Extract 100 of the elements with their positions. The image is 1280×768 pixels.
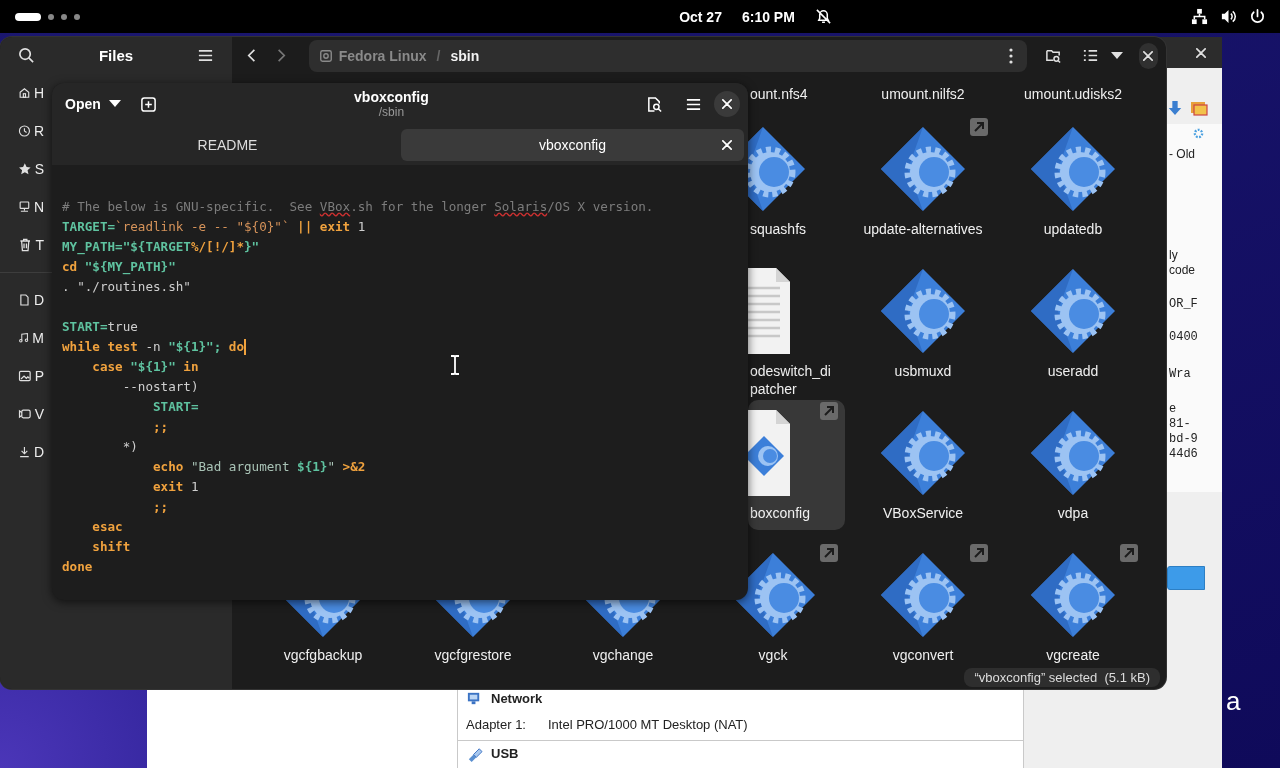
- power-icon[interactable]: [1249, 8, 1266, 25]
- code-line: TARGET=`readlink -e -- "${0}"` || exit 1: [62, 218, 366, 236]
- workspace-indicator[interactable]: [15, 12, 41, 21]
- download-arrow-icon[interactable]: [1167, 98, 1183, 118]
- sidebar-item[interactable]: V: [6, 395, 50, 433]
- search-icon: [18, 47, 35, 64]
- sidebar-item[interactable]: M: [6, 319, 50, 357]
- plus-square-icon: [139, 95, 157, 113]
- file-name[interactable]: umount.nilfs2: [881, 85, 965, 103]
- detail-text: bd-9: [1169, 432, 1199, 447]
- menu-icon: [197, 47, 214, 64]
- bell-off-icon: [814, 8, 832, 25]
- workspace-dot[interactable]: [61, 13, 67, 20]
- sidebar-item[interactable]: R: [6, 112, 50, 150]
- detail-text: 44d6: [1169, 447, 1199, 462]
- clock-time[interactable]: 6:10 PM: [741, 8, 795, 25]
- code-line: ;;: [152, 418, 169, 436]
- file-name[interactable]: vgcfgbackup: [283, 646, 363, 664]
- file-name[interactable]: useradd: [1047, 362, 1099, 380]
- detail-text: 0400: [1169, 330, 1199, 345]
- sidebar-item[interactable]: H: [6, 74, 50, 112]
- open-button[interactable]: Open: [60, 90, 126, 118]
- workspace-dot[interactable]: [48, 13, 54, 20]
- sidebar-item[interactable]: N: [6, 188, 50, 226]
- clock-date[interactable]: Oct 27: [679, 8, 722, 25]
- section-title: Network: [491, 691, 543, 706]
- detail-text: 81-: [1169, 417, 1192, 432]
- trash-icon: [18, 236, 33, 254]
- sidebar-item[interactable]: D: [6, 433, 50, 471]
- code-line: echo "Bad argument ${1}" >&2: [152, 458, 366, 476]
- code-line: done: [62, 558, 93, 576]
- folder-search-icon: [1044, 47, 1062, 64]
- wallpaper-text: a: [1226, 686, 1241, 717]
- detail-text: ly: [1169, 248, 1179, 263]
- document-search-icon: [646, 95, 663, 113]
- file-name[interactable]: umount.udisks2: [1023, 85, 1123, 103]
- sidebar-item[interactable]: T: [6, 226, 50, 264]
- file-name[interactable]: updatedb: [1043, 220, 1103, 238]
- path-separator: /: [436, 47, 441, 64]
- tab-close-icon: [722, 140, 732, 150]
- tab[interactable]: README: [56, 129, 399, 161]
- tab[interactable]: vboxconfig: [401, 129, 744, 161]
- kebab-icon: [1008, 47, 1013, 64]
- volume-icon[interactable]: [1220, 8, 1237, 25]
- network-icon[interactable]: [1191, 8, 1208, 25]
- usb-plug-icon: [466, 745, 483, 762]
- file-name[interactable]: boxconfig: [748, 504, 810, 522]
- code-line: --nostart): [121, 378, 199, 396]
- field-value: Intel PRO/1000 MT Desktop (NAT): [548, 717, 748, 732]
- sidebar-item[interactable]: D: [6, 281, 50, 319]
- path-crumb[interactable]: sbin: [450, 47, 480, 64]
- drive-icon: [318, 48, 333, 63]
- detail-text: code: [1169, 263, 1197, 278]
- sidebar-item[interactable]: S: [6, 150, 50, 188]
- file-name[interactable]: vgck: [758, 646, 788, 664]
- window-subtitle: /sbin: [378, 105, 405, 119]
- code-line: case "${1}" in: [91, 358, 199, 376]
- code-line: START=: [152, 398, 199, 416]
- code-line: esac: [91, 518, 123, 536]
- file-name[interactable]: ount.nfs4: [748, 85, 808, 103]
- code-line: while test -n "${1}"; do: [62, 338, 246, 357]
- file-name[interactable]: VBoxService: [882, 504, 964, 522]
- code-line: . "./routines.sh": [62, 278, 191, 296]
- detail-text: Wra: [1169, 367, 1192, 382]
- file-name[interactable]: vgchange: [592, 646, 654, 664]
- workspace-dot[interactable]: [74, 13, 80, 20]
- file-name[interactable]: vdpa: [1057, 504, 1089, 522]
- close-icon: [1196, 47, 1206, 58]
- list-icon: [1081, 47, 1099, 64]
- status-toast: “vboxconfig” selected (5.1 kB): [964, 668, 1160, 687]
- code-line: cd "${MY_PATH}": [62, 258, 176, 277]
- path-crumb[interactable]: Fedora Linux: [318, 47, 427, 64]
- file-name[interactable]: vgcreate: [1046, 646, 1100, 664]
- code-line: exit 1: [152, 478, 199, 496]
- code-line: *): [121, 438, 138, 456]
- window-title: vboxconfig: [354, 89, 429, 105]
- text-pointer-icon: [450, 355, 460, 375]
- file-name[interactable]: odeswitch_di patcher: [748, 362, 831, 398]
- file-name[interactable]: vgconvert: [892, 646, 954, 664]
- file-name[interactable]: squashfs: [748, 220, 807, 238]
- code-line: START=true: [62, 318, 138, 336]
- code-line: # The below is GNU-specific. See VBox.sh for the longer Solaris/OS X version.: [62, 198, 654, 216]
- clock-icon: [18, 122, 31, 140]
- dropdown-caret-icon: [1110, 51, 1123, 60]
- detail-text: e: [1169, 402, 1178, 417]
- sidebar-item[interactable]: P: [6, 357, 50, 395]
- close-button[interactable]: [1138, 42, 1158, 69]
- caret-icon: [108, 100, 121, 108]
- close-icon: [1143, 50, 1154, 61]
- file-name[interactable]: update-alternatives: [863, 220, 983, 238]
- file-name[interactable]: usbmuxd: [894, 362, 952, 380]
- file-name[interactable]: vgcfgrestore: [434, 646, 512, 664]
- detail-text: - Old: [1169, 147, 1196, 162]
- close-icon: [722, 99, 732, 109]
- code-line: ;;: [152, 498, 169, 516]
- document-icon: [18, 291, 31, 309]
- detail-text: OR_F: [1169, 297, 1199, 312]
- close-button[interactable]: [714, 91, 740, 117]
- section-title: USB: [491, 746, 519, 761]
- code-line: MY_PATH="${TARGET%/[!/]*}": [62, 238, 260, 257]
